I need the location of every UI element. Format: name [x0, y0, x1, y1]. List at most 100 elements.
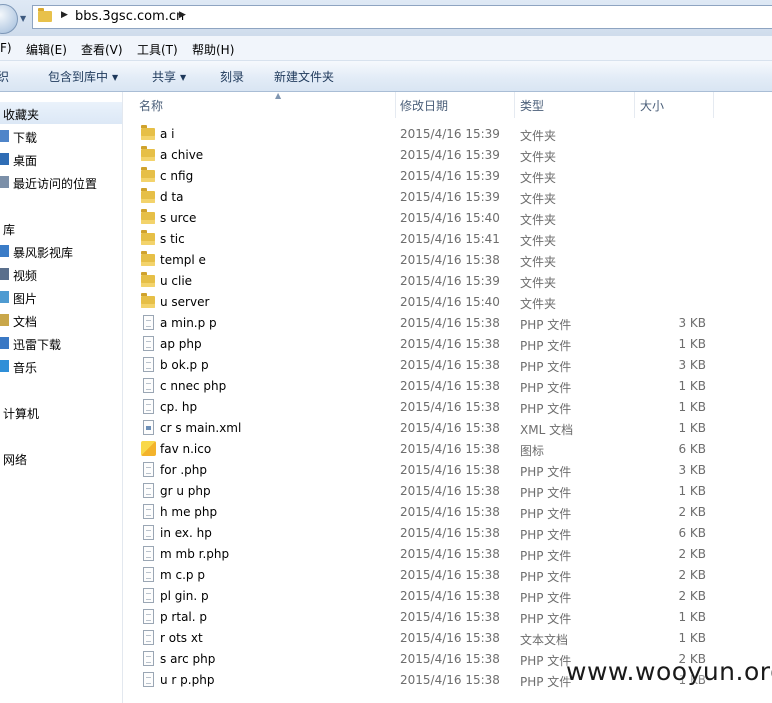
column-divider[interactable] [514, 92, 515, 118]
file-row[interactable]: c nfig 2015/4/16 15:39 文件夹 [123, 166, 772, 187]
thunder-downloads-icon [0, 337, 9, 349]
file-name: r ots xt [160, 631, 203, 645]
column-divider[interactable] [713, 92, 714, 118]
file-name: templ e [160, 253, 206, 267]
php-file-icon [143, 588, 154, 603]
file-row[interactable]: cr s main.xml 2015/4/16 15:38 XML 文档 1 KB [123, 418, 772, 439]
file-name: c nnec php [160, 379, 227, 393]
file-row[interactable]: a chive 2015/4/16 15:39 文件夹 [123, 145, 772, 166]
file-row[interactable]: a i 2015/4/16 15:39 文件夹 [123, 124, 772, 145]
chevron-right-icon[interactable]: ▶ [61, 10, 68, 20]
file-row[interactable]: m c.p p 2015/4/16 15:38 PHP 文件 2 KB [123, 565, 772, 586]
file-row[interactable]: cp. hp 2015/4/16 15:38 PHP 文件 1 KB [123, 397, 772, 418]
column-divider[interactable] [395, 92, 396, 118]
file-name: u server [160, 295, 210, 309]
file-modified-date: 2015/4/16 15:38 [400, 505, 500, 519]
file-row[interactable]: m mb r.php 2015/4/16 15:38 PHP 文件 2 KB [123, 544, 772, 565]
file-row[interactable]: r ots xt 2015/4/16 15:38 文本文档 1 KB [123, 628, 772, 649]
storm-library-icon [0, 245, 9, 257]
file-type: 文件夹 [520, 150, 557, 164]
file-name: u clie [160, 274, 193, 288]
file-row[interactable]: s tic 2015/4/16 15:41 文件夹 [123, 229, 772, 250]
file-row[interactable]: fav n.ico 2015/4/16 15:38 图标 6 KB [123, 439, 772, 460]
file-modified-date: 2015/4/16 15:39 [400, 169, 500, 183]
menu-edit[interactable]: 编辑(E) [26, 41, 67, 58]
burn-button[interactable]: 刻录 [220, 68, 244, 85]
menu-view[interactable]: 查看(V) [81, 41, 123, 58]
menu-help[interactable]: 帮助(H) [192, 41, 234, 58]
history-dropdown-icon[interactable]: ▼ [20, 14, 26, 23]
file-row[interactable]: templ e 2015/4/16 15:38 文件夹 [123, 250, 772, 271]
file-row[interactable]: b ok.p p 2015/4/16 15:38 PHP 文件 3 KB [123, 355, 772, 376]
file-type: PHP 文件 [520, 486, 572, 500]
file-modified-date: 2015/4/16 15:40 [400, 211, 500, 225]
file-row[interactable]: in ex. hp 2015/4/16 15:38 PHP 文件 6 KB [123, 523, 772, 544]
php-file-icon [143, 672, 154, 687]
file-size: 1 KB [678, 631, 706, 645]
php-file-icon [143, 462, 154, 477]
organize-button[interactable]: 织 [0, 68, 9, 85]
file-modified-date: 2015/4/16 15:41 [400, 232, 500, 246]
menu-tools[interactable]: 工具(T) [137, 41, 178, 58]
file-type: 文件夹 [520, 192, 557, 206]
file-name: c nfig [160, 169, 194, 183]
file-row[interactable]: u clie 2015/4/16 15:39 文件夹 [123, 271, 772, 292]
file-name: s arc php [160, 652, 216, 666]
file-type: PHP 文件 [520, 507, 572, 521]
file-name: h me php [160, 505, 218, 519]
file-row[interactable]: d ta 2015/4/16 15:39 文件夹 [123, 187, 772, 208]
file-modified-date: 2015/4/16 15:38 [400, 442, 500, 456]
include-library-label: 包含到库中 [48, 70, 109, 84]
chevron-right-icon[interactable]: ▶ [179, 10, 186, 20]
file-type: PHP 文件 [520, 675, 572, 689]
file-row[interactable]: for .php 2015/4/16 15:38 PHP 文件 3 KB [123, 460, 772, 481]
file-size: 1 KB [678, 379, 706, 393]
share-button[interactable]: 共享 ▼ [152, 68, 186, 85]
file-row[interactable]: ap php 2015/4/16 15:38 PHP 文件 1 KB [123, 334, 772, 355]
file-name: m c.p p [160, 568, 205, 582]
file-type: 文件夹 [520, 297, 557, 311]
address-path[interactable]: bbs.3gsc.com.cn [75, 9, 184, 24]
file-row[interactable]: p rtal. p 2015/4/16 15:38 PHP 文件 1 KB [123, 607, 772, 628]
file-type: PHP 文件 [520, 381, 572, 395]
column-header-size[interactable]: 大小 [640, 92, 710, 118]
file-row[interactable]: gr u php 2015/4/16 15:38 PHP 文件 1 KB [123, 481, 772, 502]
column-header-name[interactable]: 名称 ▲ [139, 91, 394, 118]
file-modified-date: 2015/4/16 15:38 [400, 547, 500, 561]
php-file-icon [143, 546, 154, 561]
navigation-pane: 收藏夹 下载 桌面 最近访问的位置 库 暴风影视库 视频 图片 文档 迅雷下载 … [0, 92, 123, 703]
menu-bar: F) 编辑(E) 查看(V) 工具(T) 帮助(H) [0, 36, 772, 61]
file-row[interactable]: c nnec php 2015/4/16 15:38 PHP 文件 1 KB [123, 376, 772, 397]
file-row[interactable]: s urce 2015/4/16 15:40 文件夹 [123, 208, 772, 229]
folder-icon [141, 272, 155, 287]
column-header-date[interactable]: 修改日期 [400, 92, 515, 118]
file-row[interactable]: pl gin. p 2015/4/16 15:38 PHP 文件 2 KB [123, 586, 772, 607]
new-folder-button[interactable]: 新建文件夹 [274, 68, 334, 85]
file-row[interactable]: u server 2015/4/16 15:40 文件夹 [123, 292, 772, 313]
file-modified-date: 2015/4/16 15:38 [400, 526, 500, 540]
file-type: PHP 文件 [520, 465, 572, 479]
file-row[interactable]: a min.p p 2015/4/16 15:38 PHP 文件 3 KB [123, 313, 772, 334]
file-name: pl gin. p [160, 589, 209, 603]
folder-icon [141, 188, 155, 203]
column-header-type[interactable]: 类型 [520, 92, 635, 118]
column-divider[interactable] [634, 92, 635, 118]
file-size: 2 KB [678, 547, 706, 561]
address-field[interactable]: ▶ bbs.3gsc.com.cn ▶ [32, 5, 772, 29]
php-file-icon [143, 399, 154, 414]
file-modified-date: 2015/4/16 15:38 [400, 421, 500, 435]
file-name: fav n.ico [160, 442, 212, 456]
xml-file-icon [143, 420, 154, 435]
back-button[interactable] [0, 4, 18, 34]
file-name: ap php [160, 337, 202, 351]
include-library-button[interactable]: 包含到库中 ▼ [48, 68, 118, 85]
file-type: PHP 文件 [520, 318, 572, 332]
menu-file[interactable]: F) [0, 41, 12, 55]
file-name: u r p.php [160, 673, 215, 687]
file-modified-date: 2015/4/16 15:38 [400, 400, 500, 414]
php-file-icon [143, 630, 154, 645]
file-name: d ta [160, 190, 184, 204]
file-modified-date: 2015/4/16 15:38 [400, 589, 500, 603]
file-type: 文本文档 [520, 633, 569, 647]
file-row[interactable]: h me php 2015/4/16 15:38 PHP 文件 2 KB [123, 502, 772, 523]
